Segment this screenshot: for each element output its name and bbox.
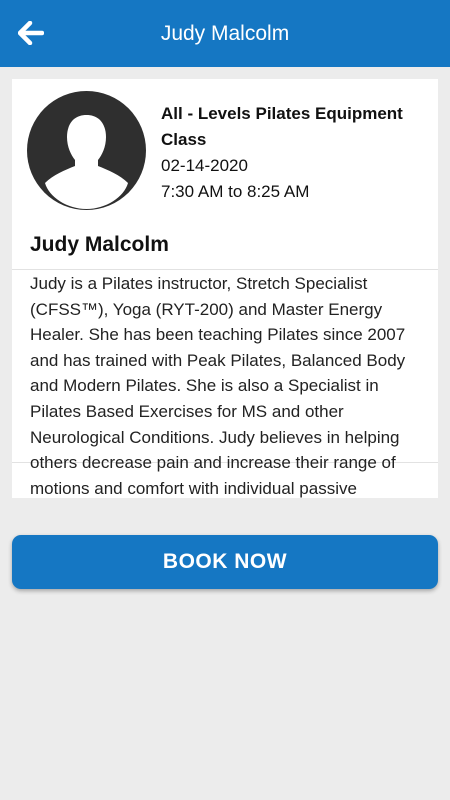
book-now-button[interactable]: BOOK NOW [12, 535, 438, 589]
avatar [27, 91, 146, 210]
page-title: Judy Malcolm [160, 22, 290, 45]
instructor-card: All - Levels Pilates Equipment Class 02-… [12, 79, 438, 498]
instructor-name: Judy Malcolm [30, 233, 169, 256]
class-name: All - Levels Pilates Equipment Class [161, 104, 403, 149]
class-time: 7:30 AM to 8:25 AM [161, 182, 310, 201]
instructor-bio: Judy is a Pilates instructor, Stretch Sp… [30, 274, 406, 498]
class-date: 02-14-2020 [161, 156, 248, 175]
divider [12, 269, 438, 270]
person-silhouette-icon [45, 115, 128, 209]
class-info: All - Levels Pilates Equipment Class 02-… [161, 101, 431, 205]
app-header: Judy Malcolm [0, 0, 450, 67]
